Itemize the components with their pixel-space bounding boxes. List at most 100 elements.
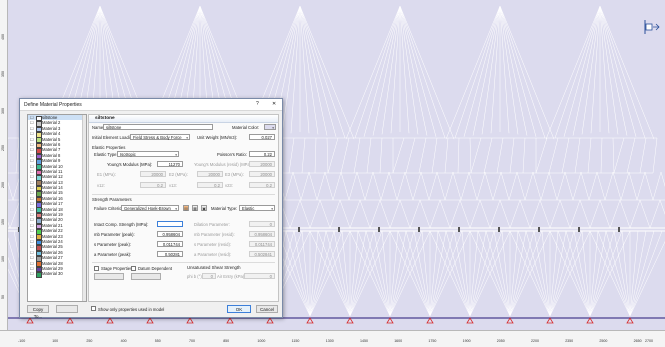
phi-b-field[interactable]: 0 — [202, 273, 216, 279]
ruler-tick-label: 1300 — [325, 339, 334, 343]
cancel-button[interactable]: Cancel — [256, 305, 278, 313]
material-name: Material 29 — [42, 265, 63, 271]
e2-label: E2 (MPa): — [169, 172, 188, 177]
material-name: Material 24 — [42, 238, 63, 244]
initial-loading-select[interactable]: Field Stress & Body Force ▾ — [130, 134, 190, 140]
e2-field[interactable]: 20000 — [197, 171, 223, 177]
define-material-properties-dialog: Define Material Properties ? ✕ ☐ siltston… — [19, 98, 283, 319]
material-color-picker[interactable]: ▾ — [264, 124, 276, 130]
s-peak-field[interactable]: 0.011744 — [157, 241, 183, 247]
youngs-resid-field[interactable]: 20000 — [249, 161, 275, 167]
settings-icon[interactable]: ▣ — [201, 205, 207, 211]
unit-weight-field[interactable]: 0.027 — [249, 134, 275, 140]
boundary-node-marker — [538, 227, 540, 232]
ruler-tick-label: -100 — [18, 339, 26, 343]
youngs-field[interactable]: 11270 — [157, 161, 183, 167]
v13-field[interactable]: 0.2 — [197, 182, 223, 188]
material-name: Material 30 — [42, 271, 63, 277]
elastic-properties-heading: Elastic Properties — [92, 145, 126, 150]
material-name: Material 6 — [42, 141, 61, 147]
ok-button[interactable]: OK — [227, 305, 251, 313]
air-entry-label: Air Entry (kPa): — [217, 274, 246, 279]
mb-resid-label: mb Parameter (resid): — [194, 232, 235, 237]
ruler-tick-label: 1150 — [291, 339, 300, 343]
unit-weight-label: Unit Weight (MN/m3): — [197, 135, 238, 140]
help-button[interactable]: ? — [256, 101, 259, 107]
a-resid-label: a Parameter (resid): — [194, 252, 232, 257]
intact-strength-field[interactable] — [157, 221, 183, 227]
material-name: Material 4 — [42, 131, 61, 137]
material-type-label: Material Type: — [211, 206, 238, 211]
flag-icon[interactable] — [643, 18, 661, 36]
material-list-scrollbar[interactable] — [82, 115, 86, 301]
datum-button[interactable] — [131, 273, 161, 280]
air-entry-field[interactable]: 0 — [244, 273, 275, 279]
datum-dependent-label: Datum Dependent — [138, 266, 172, 271]
e3-field[interactable]: 20000 — [249, 171, 275, 177]
material-name: Material 20 — [42, 217, 63, 223]
elastic-type-select[interactable]: Isotropic ▾ — [117, 151, 179, 157]
material-name: Material 27 — [42, 255, 63, 261]
poisson-field[interactable]: 0.22 — [249, 151, 275, 157]
chevron-down-icon: ▾ — [175, 153, 177, 157]
phi-b-label: phi b (°): — [187, 274, 203, 279]
material-color-label: Material Color: — [232, 125, 260, 130]
material-name: Material 28 — [42, 260, 63, 266]
divider — [92, 194, 275, 195]
a-peak-field[interactable]: 0.50281 — [157, 251, 183, 257]
material-name: Material 2 — [42, 120, 61, 126]
v12-label: v12: — [97, 183, 105, 188]
vertical-ruler: 400350300250200150100500 — [0, 0, 8, 346]
datum-dependent-checkbox[interactable] — [131, 266, 136, 271]
stage-properties-checkbox[interactable] — [94, 266, 99, 271]
ruler-tick-label: 400 — [1, 34, 5, 40]
chevron-down-icon: ▾ — [271, 207, 273, 211]
material-name: Material 16 — [42, 195, 63, 201]
stage-props-button[interactable] — [94, 273, 124, 280]
e1-field[interactable]: 20000 — [140, 171, 166, 177]
a-resid-field[interactable]: 0.502841 — [249, 251, 275, 257]
panel-header: siltstone — [89, 115, 278, 123]
dialog-title-bar[interactable]: Define Material Properties ? ✕ — [20, 99, 282, 111]
horizontal-ruler: -100 100 250 400 550 700 850 1000 1150 1300 1450 16… — [0, 330, 665, 347]
material-name: Material 7 — [42, 147, 61, 153]
chart-icon[interactable]: ▤ — [183, 205, 189, 211]
boundary-node-marker — [338, 227, 340, 232]
s-resid-label: s Parameter (resid): — [194, 242, 231, 247]
dialog-title: Define Material Properties — [24, 102, 82, 108]
boundary-node-marker — [618, 227, 620, 232]
stage-properties-label: Stage Properties — [101, 266, 133, 271]
material-name: Material 22 — [42, 228, 63, 234]
material-list[interactable]: ☐ siltstone ☐ Material 2 ☐ Material 3 ☐ Materia… — [27, 114, 87, 302]
material-name: Material 8 — [42, 152, 61, 158]
dilation-field[interactable]: 0 — [249, 221, 275, 227]
ruler-tick-label: 1000 — [257, 339, 266, 343]
ruler-tick-label: 1450 — [360, 339, 368, 343]
name-field[interactable]: siltstone — [103, 124, 213, 130]
close-icon[interactable]: ✕ — [272, 101, 276, 107]
mb-peak-field[interactable]: 0.958604 — [157, 231, 183, 237]
v12-field[interactable]: 0.2 — [140, 182, 166, 188]
boundary-node-marker — [298, 227, 300, 232]
ruler-tick-label: 2350 — [565, 339, 574, 343]
material-checkbox-icon[interactable]: ☐ — [30, 271, 34, 276]
material-type-value: Elastic — [242, 206, 255, 211]
failure-criterion-select[interactable]: Generalized Hoek-Brown ▾ — [121, 205, 179, 211]
show-only-checkbox[interactable] — [91, 306, 96, 311]
mb-resid-field[interactable]: 0.958604 — [249, 231, 275, 237]
ruler-tick-label: 850 — [223, 339, 230, 343]
ruler-tick-label: 250 — [1, 145, 5, 151]
dilation-label: Dilation Parameter: — [194, 222, 230, 227]
initial-loading-value: Field Stress & Body Force — [133, 135, 182, 140]
material-name: Material 11 — [42, 168, 63, 174]
ruler-tick-label: 2650 — [633, 339, 642, 343]
s-resid-field[interactable]: 0.011744 — [249, 241, 275, 247]
material-list-item[interactable]: ☐ Material 30 — [28, 271, 86, 278]
unsaturated-shear-heading: Unsaturated Shear Strength — [187, 265, 241, 270]
ruler-tick-label: 250 — [86, 339, 93, 343]
secondary-button[interactable] — [56, 305, 78, 313]
copy-to-button[interactable]: Copy To... — [27, 305, 49, 319]
v23-field[interactable]: 0.2 — [249, 182, 275, 188]
material-type-select[interactable]: Elastic ▾ — [239, 205, 275, 211]
table-icon[interactable]: ▦ — [192, 205, 198, 211]
